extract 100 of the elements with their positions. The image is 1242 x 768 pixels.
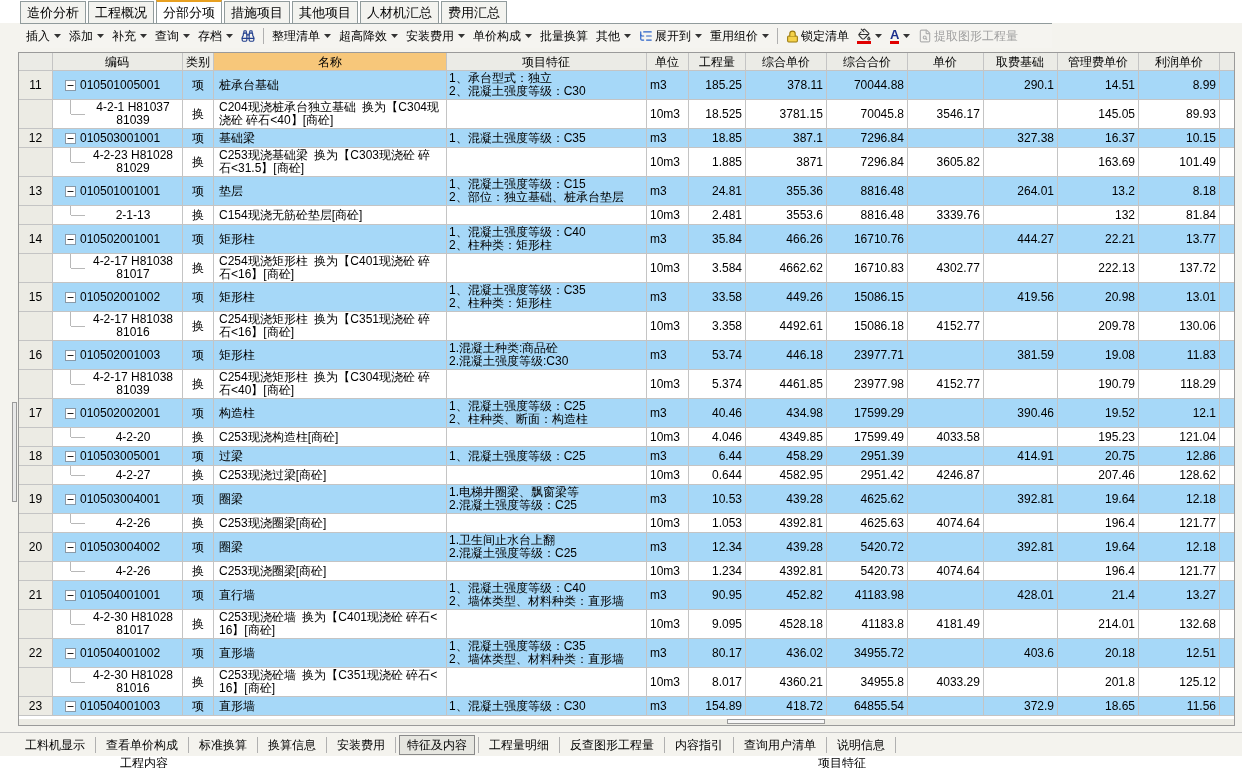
- column-header[interactable]: 编码: [53, 53, 183, 70]
- table-cell: 10m3: [647, 610, 689, 638]
- row-header-cell[interactable]: 15: [19, 283, 53, 311]
- row-header-cell[interactable]: [19, 254, 53, 282]
- code-text: 010504001003: [80, 699, 161, 713]
- tab[interactable]: 费用汇总: [441, 1, 507, 23]
- bottom-tab[interactable]: 换算信息: [261, 734, 323, 755]
- table-cell: 12.18: [1139, 533, 1220, 561]
- expand-to-button[interactable]: 展开到: [635, 26, 706, 46]
- toolbar-menu-button[interactable]: 其他: [592, 26, 635, 46]
- tab[interactable]: 措施项目: [224, 1, 290, 23]
- column-header[interactable]: 单位: [647, 53, 689, 70]
- toolbar-menu-button[interactable]: 查询: [151, 26, 194, 46]
- collapse-icon[interactable]: [65, 647, 76, 659]
- collapse-icon[interactable]: [65, 349, 76, 361]
- font-color-button[interactable]: A: [886, 26, 915, 46]
- row-header-cell[interactable]: 19: [19, 485, 53, 513]
- row-header-cell[interactable]: [19, 562, 53, 580]
- toolbar-menu-button[interactable]: 重用组价: [706, 26, 773, 46]
- column-header[interactable]: 项目特征: [447, 53, 647, 70]
- collapse-icon[interactable]: [65, 407, 76, 419]
- row-header-cell[interactable]: [19, 466, 53, 484]
- row-header-cell[interactable]: [19, 312, 53, 340]
- column-header[interactable]: 取费基础: [984, 53, 1058, 70]
- toolbar-menu-button[interactable]: 单价构成: [469, 26, 536, 46]
- row-header-cell[interactable]: [19, 370, 53, 398]
- row-header-cell[interactable]: 23: [19, 697, 53, 715]
- column-header[interactable]: 综合合价: [827, 53, 908, 70]
- tab[interactable]: 造价分析: [20, 1, 86, 23]
- table-cell: 圈梁: [214, 533, 447, 561]
- toolbar-menu-button[interactable]: 添加: [65, 26, 108, 46]
- bottom-tab[interactable]: 查询用户清单: [737, 734, 823, 755]
- row-header-cell[interactable]: 22: [19, 639, 53, 667]
- column-header[interactable]: 工程量: [689, 53, 746, 70]
- caret-icon: [695, 34, 702, 38]
- row-header-cell[interactable]: 18: [19, 447, 53, 465]
- collapse-icon[interactable]: [65, 233, 76, 245]
- bottom-tab[interactable]: 查看单价构成: [99, 734, 185, 755]
- toolbar-menu-button[interactable]: 补充: [108, 26, 151, 46]
- row-header-cell[interactable]: 16: [19, 341, 53, 369]
- column-header[interactable]: 类别: [183, 53, 214, 70]
- column-header[interactable]: 单价: [908, 53, 984, 70]
- row-header-cell[interactable]: 17: [19, 399, 53, 427]
- collapse-icon[interactable]: [65, 541, 76, 553]
- row-header-cell[interactable]: [19, 206, 53, 224]
- bottom-tab[interactable]: 说明信息: [830, 734, 892, 755]
- row-header-cell[interactable]: 21: [19, 581, 53, 609]
- collapse-icon[interactable]: [65, 700, 76, 712]
- row-header-cell[interactable]: [19, 428, 53, 446]
- row-header-cell[interactable]: [19, 610, 53, 638]
- toolbar-menu-button[interactable]: 存档: [194, 26, 237, 46]
- toolbar-menu-button[interactable]: 超高降效: [335, 26, 402, 46]
- collapse-icon[interactable]: [65, 79, 76, 91]
- tab[interactable]: 其他项目: [292, 1, 358, 23]
- collapse-icon[interactable]: [65, 132, 76, 144]
- row-header-cell[interactable]: [19, 514, 53, 532]
- lock-list-button[interactable]: 锁定清单: [782, 26, 853, 46]
- toolbar-menu-button[interactable]: 批量换算: [536, 26, 592, 46]
- table-cell: 19.64: [1058, 485, 1139, 513]
- row-header-cell[interactable]: 11: [19, 71, 53, 99]
- table-cell: 1.电梯井圈梁、飘窗梁等 2.混凝土强度等级：C25: [447, 485, 647, 513]
- bottom-tab[interactable]: 安装费用: [330, 734, 392, 755]
- bottom-tab[interactable]: 标准换算: [192, 734, 254, 755]
- tab[interactable]: 人材机汇总: [360, 1, 439, 23]
- tab[interactable]: 分部分项: [156, 0, 222, 23]
- tab[interactable]: 工程概况: [88, 1, 154, 23]
- code-text: 4-2-23 H81028 81029: [91, 149, 174, 175]
- bottom-tab[interactable]: 特征及内容: [399, 734, 475, 755]
- collapse-icon[interactable]: [65, 493, 76, 505]
- scrollbar-thumb[interactable]: [12, 402, 17, 502]
- bottom-tab[interactable]: 反查图形工程量: [563, 734, 661, 755]
- toolbar-menu-button[interactable]: 整理清单: [268, 26, 335, 46]
- row-header-cell[interactable]: 14: [19, 225, 53, 253]
- collapse-icon[interactable]: [65, 185, 76, 197]
- code-text: 4-2-30 H81028 81017: [91, 611, 174, 637]
- table-cell: 40.46: [689, 399, 746, 427]
- caret-icon: [762, 34, 769, 38]
- column-header[interactable]: 名称: [214, 53, 447, 70]
- table-cell: m3: [647, 581, 689, 609]
- table-cell: m3: [647, 639, 689, 667]
- collapse-icon[interactable]: [65, 589, 76, 601]
- table-cell: 1、混凝土强度等级：C15 2、部位：独立基础、桩承台垫层: [447, 177, 647, 205]
- row-header-cell[interactable]: [19, 668, 53, 696]
- toolbar-menu-button[interactable]: 安装费用: [402, 26, 469, 46]
- bottom-tab[interactable]: 工料机显示: [18, 734, 92, 755]
- collapse-icon[interactable]: [65, 291, 76, 303]
- row-header-cell[interactable]: 20: [19, 533, 53, 561]
- table-cell: 10m3: [647, 254, 689, 282]
- bottom-tab[interactable]: 工程量明细: [482, 734, 556, 755]
- column-header[interactable]: 综合单价: [746, 53, 827, 70]
- collapse-icon[interactable]: [65, 450, 76, 462]
- bottom-tab[interactable]: 内容指引: [668, 734, 730, 755]
- row-header-cell[interactable]: 13: [19, 177, 53, 205]
- column-header[interactable]: 管理费单价: [1058, 53, 1139, 70]
- column-header[interactable]: 利润单价: [1139, 53, 1220, 70]
- toolbar-menu-button[interactable]: 插入: [22, 26, 65, 46]
- scrollbar-thumb[interactable]: [727, 719, 826, 724]
- row-header-cell[interactable]: 12: [19, 129, 53, 147]
- row-header-cell[interactable]: [19, 148, 53, 176]
- row-header-cell[interactable]: [19, 100, 53, 128]
